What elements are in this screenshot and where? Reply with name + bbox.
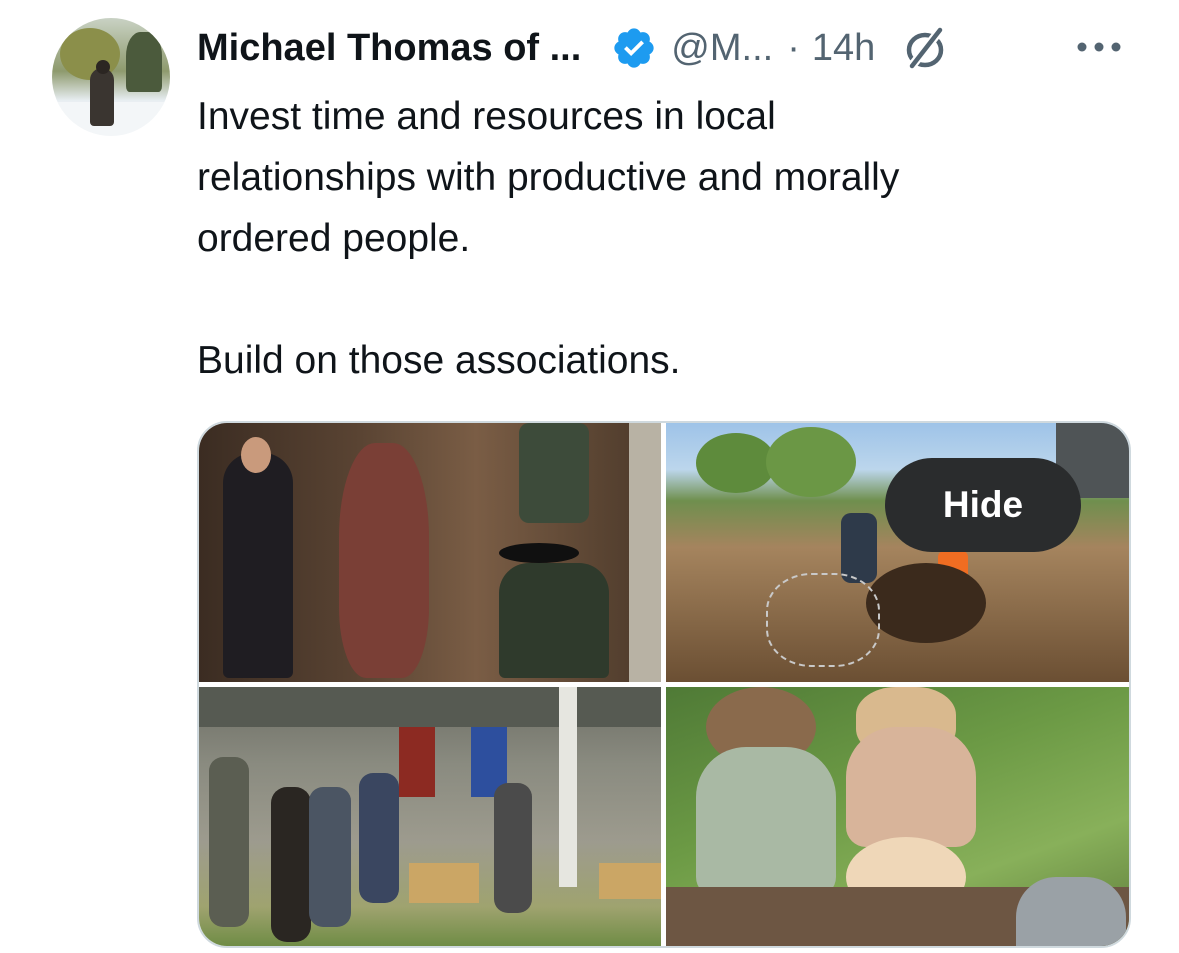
separator-dot: · bbox=[787, 26, 800, 69]
avatar-photo-detail bbox=[126, 32, 162, 92]
tweet-text-line: ordered people. bbox=[197, 217, 471, 260]
author-display-name[interactable]: Michael Thomas of ... bbox=[197, 27, 581, 70]
tweet-header: Michael Thomas of ... @M... · 14h bbox=[197, 22, 951, 74]
avatar-photo-detail bbox=[96, 60, 110, 74]
tweet-text-line: relationships with productive and morall… bbox=[197, 156, 900, 199]
grok-slash-circle-icon[interactable] bbox=[901, 23, 951, 73]
verified-badge-icon[interactable] bbox=[611, 25, 657, 71]
media-grid: Hide bbox=[197, 421, 1131, 948]
tweet-text-line: Invest time and resources in local bbox=[197, 95, 776, 138]
more-horizontal-icon[interactable] bbox=[1076, 38, 1122, 56]
author-handle[interactable]: @M... bbox=[671, 27, 773, 70]
tweet-timestamp[interactable]: 14h bbox=[812, 27, 875, 70]
photo-orchard-digging[interactable] bbox=[666, 423, 1129, 682]
tweet-text: Invest time and resources in local relat… bbox=[197, 86, 1097, 391]
avatar-photo-detail bbox=[90, 68, 114, 126]
photo-butchery-barn[interactable] bbox=[199, 423, 661, 682]
tweet-text-line: Build on those associations. bbox=[197, 339, 681, 382]
photo-children-plucking-chicken[interactable] bbox=[666, 687, 1129, 946]
author-avatar[interactable] bbox=[52, 18, 170, 136]
hide-media-button[interactable]: Hide bbox=[885, 458, 1081, 552]
photo-shed-gathering[interactable] bbox=[199, 687, 661, 946]
